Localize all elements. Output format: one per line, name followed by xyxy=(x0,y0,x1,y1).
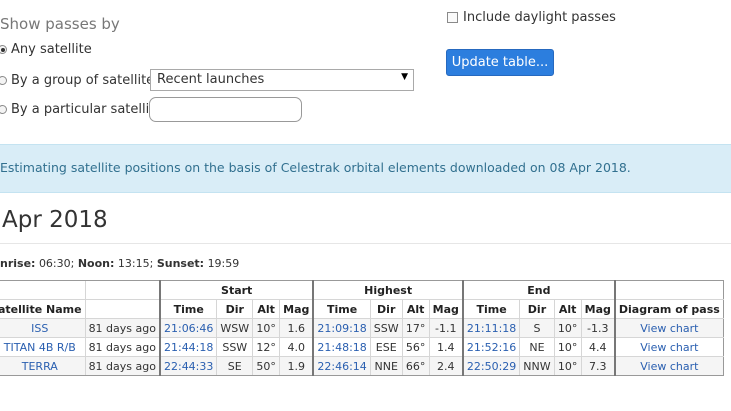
header-age xyxy=(84,299,161,319)
table-row: TITAN 4B R/B 81 days ago 21:44:18 SSW 12… xyxy=(0,337,724,357)
header-high-alt: Alt xyxy=(401,299,430,319)
start-time-link[interactable]: 21:44:18 xyxy=(158,337,218,357)
start-mag-cell: 1.9 xyxy=(279,356,314,376)
view-chart-link[interactable]: View chart xyxy=(613,337,724,357)
satellite-link[interactable]: TERRA xyxy=(0,356,86,376)
high-dir-cell: SSW xyxy=(369,318,403,338)
group-select-value: Recent launches xyxy=(157,72,265,87)
group-satellites-label: By a group of satellites: xyxy=(11,73,166,88)
end-time-link[interactable]: 21:11:18 xyxy=(461,318,521,338)
satellite-link[interactable]: TITAN 4B R/B xyxy=(0,337,86,357)
header-end-mag: Mag xyxy=(580,299,616,319)
age-cell: 81 days ago xyxy=(84,318,161,338)
end-time-link[interactable]: 22:50:29 xyxy=(461,356,521,376)
header-blank-age xyxy=(84,280,161,300)
end-mag-cell: 7.3 xyxy=(580,356,616,376)
end-time-link[interactable]: 21:52:16 xyxy=(461,337,521,357)
header-start-dir: Dir xyxy=(216,299,254,319)
end-alt-cell: 10° xyxy=(553,318,582,338)
sunrise-label: nrise: xyxy=(0,257,36,270)
end-dir-cell: S xyxy=(519,318,555,338)
start-alt-cell: 12° xyxy=(252,337,281,357)
high-alt-cell: 17° xyxy=(401,318,430,338)
noon-value: 13:15; xyxy=(117,257,154,270)
high-mag-cell: 2.4 xyxy=(428,356,464,376)
start-dir-cell: SE xyxy=(216,356,254,376)
view-chart-link[interactable]: View chart xyxy=(613,356,724,376)
high-mag-cell: -1.1 xyxy=(428,318,464,338)
particular-satellite-radio[interactable] xyxy=(0,105,7,114)
high-alt-cell: 66° xyxy=(401,356,430,376)
noon-label: Noon: xyxy=(77,257,115,270)
end-dir-cell: NNW xyxy=(519,356,555,376)
end-alt-cell: 10° xyxy=(553,337,582,357)
daylight-label: Include daylight passes xyxy=(463,10,616,25)
high-dir-cell: ESE xyxy=(369,337,403,357)
header-diagram: Diagram of pass xyxy=(613,299,724,319)
header-blank-diagram xyxy=(613,280,724,300)
group-satellites-radio[interactable] xyxy=(0,76,7,85)
start-dir-cell: WSW xyxy=(216,318,254,338)
table-row: ISS 81 days ago 21:06:46 WSW 10° 1.6 21:… xyxy=(0,318,724,338)
update-table-button[interactable]: Update table... xyxy=(446,49,554,76)
high-time-link[interactable]: 21:09:18 xyxy=(312,318,371,338)
end-mag-cell: 4.4 xyxy=(580,337,616,357)
start-time-link[interactable]: 22:44:33 xyxy=(158,356,218,376)
start-alt-cell: 50° xyxy=(252,356,281,376)
header-high-time: Time xyxy=(312,299,371,319)
start-dir-cell: SSW xyxy=(216,337,254,357)
sunrise-value: 06:30; xyxy=(38,257,75,270)
sunset-value: 19:59 xyxy=(207,257,240,270)
header-start-time: Time xyxy=(158,299,218,319)
header-end-alt: Alt xyxy=(553,299,582,319)
passes-table: Start Highest End atellite Name Time Dir… xyxy=(0,280,724,376)
particular-satellite-label: By a particular satellite: xyxy=(11,102,167,117)
date-heading: Apr 2018 xyxy=(2,207,108,233)
header-end-time: Time xyxy=(461,299,521,319)
header-end: End xyxy=(461,280,616,300)
header-start: Start xyxy=(158,280,314,300)
divider xyxy=(0,243,731,244)
any-satellite-label: Any satellite xyxy=(11,42,92,57)
sun-times: nrise: 06:30; Noon: 13:15; Sunset: 19:59 xyxy=(0,257,239,270)
header-end-dir: Dir xyxy=(519,299,555,319)
table-row: TERRA 81 days ago 22:44:33 SE 50° 1.9 22… xyxy=(0,356,724,376)
group-select[interactable]: Recent launches ▼ xyxy=(150,69,414,91)
info-text: Estimating satellite positions on the ba… xyxy=(0,160,631,175)
end-alt-cell: 10° xyxy=(553,356,582,376)
start-time-link[interactable]: 21:06:46 xyxy=(158,318,218,338)
satellite-input[interactable] xyxy=(149,97,302,122)
satellite-link[interactable]: ISS xyxy=(0,318,86,338)
chevron-down-icon: ▼ xyxy=(401,72,408,82)
high-alt-cell: 56° xyxy=(401,337,430,357)
age-cell: 81 days ago xyxy=(84,356,161,376)
header-satellite-name: atellite Name xyxy=(0,299,86,319)
view-chart-link[interactable]: View chart xyxy=(613,318,724,338)
any-satellite-radio[interactable] xyxy=(0,45,7,54)
end-mag-cell: -1.3 xyxy=(580,318,616,338)
header-highest: Highest xyxy=(312,280,464,300)
daylight-checkbox[interactable] xyxy=(447,12,458,23)
header-blank xyxy=(0,280,86,300)
high-mag-cell: 1.4 xyxy=(428,337,464,357)
high-time-link[interactable]: 22:46:14 xyxy=(312,356,371,376)
high-dir-cell: NNE xyxy=(369,356,403,376)
start-mag-cell: 1.6 xyxy=(279,318,314,338)
end-dir-cell: NE xyxy=(519,337,555,357)
start-alt-cell: 10° xyxy=(252,318,281,338)
sunset-label: Sunset: xyxy=(156,257,205,270)
age-cell: 81 days ago xyxy=(84,337,161,357)
header-start-alt: Alt xyxy=(252,299,281,319)
start-mag-cell: 4.0 xyxy=(279,337,314,357)
high-time-link[interactable]: 21:48:18 xyxy=(312,337,371,357)
show-passes-heading: Show passes by xyxy=(0,15,120,33)
header-high-mag: Mag xyxy=(428,299,464,319)
header-start-mag: Mag xyxy=(279,299,314,319)
header-high-dir: Dir xyxy=(369,299,403,319)
